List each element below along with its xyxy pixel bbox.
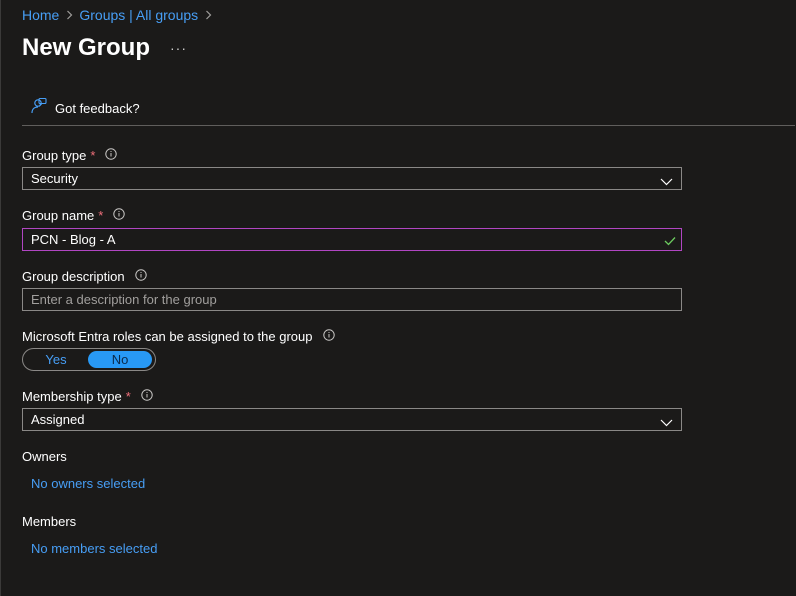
group-description-label: Group description [22,269,147,284]
toggle-yes-option[interactable]: Yes [24,351,88,368]
chevron-down-icon [660,174,673,189]
required-marker: * [90,148,96,163]
info-icon[interactable] [113,208,126,223]
membership-type-value: Assigned [31,412,85,427]
chevron-right-icon [59,10,79,20]
owners-label: Owners [22,449,67,464]
entra-roles-label: Microsoft Entra roles can be assigned to… [22,329,335,344]
group-name-field[interactable]: PCN - Blog - A [22,228,682,251]
group-type-label: Group type * [22,148,118,163]
membership-type-label-text: Membership type [22,389,122,404]
toggle-no-option[interactable]: No [88,351,152,368]
info-icon[interactable] [105,148,118,163]
entra-roles-toggle[interactable]: Yes No [22,348,156,371]
owners-link[interactable]: No owners selected [31,476,145,491]
feedback-label: Got feedback? [55,101,140,116]
breadcrumb: Home Groups | All groups [22,7,218,23]
group-name-value: PCN - Blog - A [31,232,116,247]
breadcrumb-groups[interactable]: Groups | All groups [79,7,198,23]
group-description-field[interactable] [22,288,682,311]
membership-type-label: Membership type * [22,389,153,404]
group-description-input[interactable] [23,289,671,310]
membership-type-dropdown[interactable]: Assigned [22,408,682,431]
checkmark-icon [664,234,676,249]
group-name-label-text: Group name [22,208,95,223]
info-icon[interactable] [141,389,153,404]
members-link[interactable]: No members selected [31,541,157,556]
chevron-right-icon [198,10,218,20]
group-type-dropdown[interactable]: Security [22,167,682,190]
more-options-button[interactable]: ··· [170,40,187,56]
info-icon[interactable] [134,269,147,284]
members-label: Members [22,514,77,529]
feedback-button[interactable]: Got feedback? [29,97,140,120]
group-name-label: Group name * [22,208,126,223]
entra-roles-label-text: Microsoft Entra roles can be assigned to… [22,329,313,344]
page-title: New Group [22,34,151,61]
chevron-down-icon [660,415,673,430]
info-icon[interactable] [322,329,335,344]
feedback-icon [29,97,47,120]
group-type-value: Security [31,171,78,186]
required-marker: * [98,208,104,223]
group-type-label-text: Group type [22,148,87,163]
required-marker: * [125,389,131,404]
group-description-label-text: Group description [22,269,125,284]
command-bar: Got feedback? [22,94,795,126]
breadcrumb-home[interactable]: Home [22,7,59,23]
